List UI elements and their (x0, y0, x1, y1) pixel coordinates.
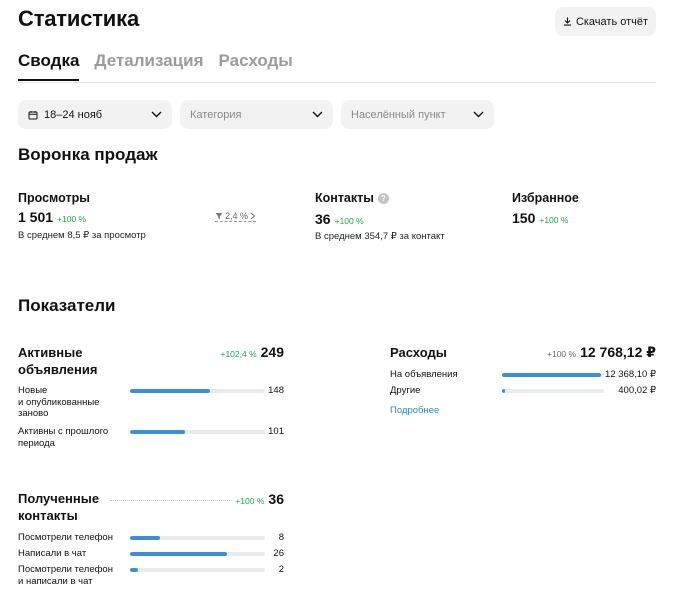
period-select[interactable]: 18–24 нояб (18, 100, 172, 129)
received-contacts-change: +100 % (235, 496, 265, 506)
chevron-down-icon (312, 111, 323, 118)
contacts-bar (130, 568, 138, 572)
download-report-label: Скачать отчёт (575, 15, 649, 28)
tab-summary[interactable]: Сводка (18, 51, 80, 81)
metrics-title: Показатели (18, 296, 116, 315)
active-ads-row-value: 101 (268, 426, 284, 437)
contacts-sub: В среднем 354,7 ₽ за контакт (315, 231, 445, 242)
expenses-value: 12 768,12 ₽ (580, 344, 656, 360)
funnel-title: Воронка продаж (18, 145, 158, 164)
active-ads-title: Активные объявления (18, 344, 97, 378)
received-contacts-title-line2: контакты (18, 508, 78, 523)
views-sub: В среднем 8,5 ₽ за просмотр (18, 230, 146, 241)
contacts-row-value: 8 (278, 532, 284, 543)
received-contacts-title: Полученные контакты (18, 490, 99, 524)
active-ads-total: +102,4 % 249 (220, 344, 284, 360)
calendar-icon (28, 110, 38, 119)
contacts-row-label: Посмотрели телефон и написали в чат (18, 564, 130, 587)
expenses-change: +100 % (547, 349, 577, 359)
expenses-bar-track (502, 389, 604, 393)
chevron-down-icon (151, 111, 162, 118)
active-ads-row-label: Новые и опубликованные заново (18, 385, 126, 420)
views-label: Просмотры (18, 191, 90, 205)
download-report-button[interactable]: Скачать отчёт (555, 7, 656, 36)
received-contacts-total: +100 % 36 (235, 491, 284, 507)
active-ads-change: +102,4 % (220, 349, 257, 359)
conversion-rate[interactable]: 2,4 % (215, 211, 257, 222)
views-value: 1 501 (18, 209, 54, 225)
conversion-value: 2,4 % (225, 211, 249, 221)
help-icon[interactable]: ? (377, 193, 389, 204)
tab-expenses[interactable]: Расходы (219, 51, 293, 81)
row-label-line: заново (18, 408, 49, 419)
expenses-more-link[interactable]: Подробнее (390, 405, 439, 416)
row-label-line: Новые (18, 385, 48, 396)
views-metric: 1 501 +100 % (18, 209, 86, 227)
received-contacts-value: 36 (268, 491, 284, 507)
tabs: Сводка Детализация Расходы (18, 51, 293, 81)
contacts-bar-track (130, 536, 265, 540)
tab-details[interactable]: Детализация (94, 51, 203, 81)
favorites-label: Избранное (512, 191, 579, 205)
contacts-bar-track (130, 568, 265, 572)
expenses-row-label: Другие (390, 385, 421, 396)
expenses-bar (502, 373, 601, 377)
row-label-line: периода (18, 437, 55, 449)
row-label-line: и опубликованные (18, 396, 100, 408)
expenses-row-value: 12 368,10 ₽ (605, 369, 656, 380)
contacts-row-value: 2 (278, 564, 284, 575)
contacts-row-label: Написали в чат (18, 548, 130, 560)
active-ads-bar-track (130, 389, 265, 393)
active-ads-bar (130, 389, 211, 393)
contacts-bar (130, 536, 160, 540)
contacts-bar-track (130, 552, 265, 556)
contacts-label: Контакты (315, 191, 374, 205)
received-contacts-title-line1: Полученные (18, 491, 100, 506)
expenses-title: Расходы (390, 345, 447, 360)
row-label-line: Посмотрели телефон (18, 532, 113, 543)
tabs-divider (18, 82, 656, 83)
favorites-value: 150 (512, 210, 536, 226)
download-icon (563, 17, 572, 26)
active-ads-row-label: Активны с прошлого периода (18, 426, 130, 449)
contacts-bar (130, 552, 228, 556)
contacts-change: +100 % (334, 216, 364, 226)
contacts-row-value: 26 (273, 548, 284, 559)
row-label-line: и написали в чат (18, 575, 93, 587)
expenses-bar (502, 389, 506, 393)
expenses-bar-track (502, 373, 604, 377)
active-ads-bar-track (130, 430, 265, 434)
row-label-line: Посмотрели телефон (18, 564, 113, 575)
chevron-down-icon (473, 111, 484, 118)
chevron-right-icon (250, 212, 256, 220)
favorites-change: +100 % (539, 215, 569, 225)
expenses-total: +100 % 12 768,12 ₽ (547, 344, 656, 361)
contacts-metric: 36 +100 % (315, 211, 364, 229)
active-ads-title-line1: Активные (18, 345, 83, 360)
active-ads-title-line2: объявления (18, 362, 98, 377)
views-change: +100 % (57, 214, 87, 224)
page-title: Статистика (18, 6, 139, 31)
expenses-row-label: На объявления (390, 369, 458, 380)
funnel-icon (215, 213, 223, 220)
expenses-row-value: 400,02 ₽ (618, 385, 656, 396)
dotted-leader (110, 500, 232, 501)
active-ads-bar (130, 430, 185, 434)
active-ads-row-value: 148 (268, 385, 284, 396)
contacts-label-wrap: Контакты? (315, 191, 389, 205)
contacts-row-label: Посмотрели телефон (18, 532, 130, 544)
active-ads-value: 249 (260, 344, 284, 360)
row-label-line: Активны с прошлого (18, 426, 109, 437)
contacts-value: 36 (315, 211, 331, 227)
row-label-line: Написали в чат (18, 548, 87, 559)
location-select[interactable]: Населённый пункт (341, 100, 494, 129)
location-placeholder: Населённый пункт (351, 108, 446, 121)
category-placeholder: Категория (190, 108, 242, 121)
category-select[interactable]: Категория (180, 100, 333, 129)
favorites-metric: 150 +100 % (512, 210, 568, 228)
period-value: 18–24 нояб (44, 108, 103, 121)
